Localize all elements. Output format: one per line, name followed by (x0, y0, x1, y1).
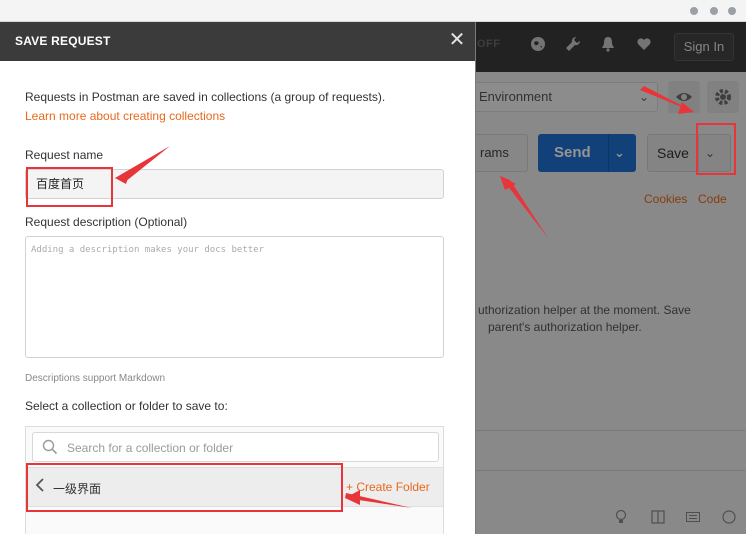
annotation-box (26, 167, 113, 207)
create-folder-button[interactable]: + Create Folder (346, 480, 430, 494)
search-icon (42, 439, 58, 455)
request-name-label: Request name (25, 148, 104, 162)
search-placeholder: Search for a collection or folder (67, 441, 234, 455)
learn-more-link[interactable]: Learn more about creating collections (25, 109, 225, 123)
save-request-modal: SAVE REQUEST ✕ Requests in Postman are s… (0, 22, 476, 534)
strip-dot-icon (710, 7, 718, 15)
strip-dot-icon (690, 7, 698, 15)
strip-dot-icon (728, 7, 736, 15)
window-top-strip (0, 0, 746, 22)
intro-text: Requests in Postman are saved in collect… (25, 90, 386, 104)
collection-search-input[interactable]: Search for a collection or folder (32, 432, 439, 462)
collection-select-label: Select a collection or folder to save to… (25, 399, 228, 413)
annotation-box (696, 123, 736, 175)
close-icon[interactable]: ✕ (447, 29, 467, 51)
markdown-note: Descriptions support Markdown (25, 373, 166, 384)
modal-header: SAVE REQUEST ✕ (0, 22, 476, 61)
annotation-box (26, 463, 343, 512)
request-description-textarea[interactable]: Adding a description makes your docs bet… (25, 236, 444, 358)
request-description-label: Request description (Optional) (25, 215, 188, 229)
modal-title: SAVE REQUEST (15, 34, 111, 48)
